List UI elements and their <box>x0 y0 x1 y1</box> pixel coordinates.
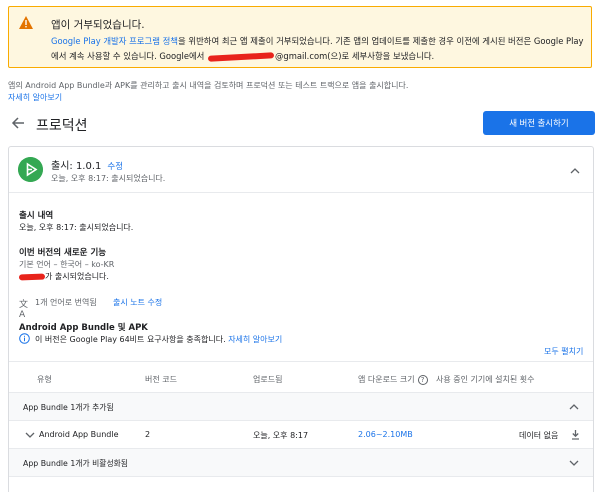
col-version-code: 버전 코드 <box>145 375 177 384</box>
help-icon[interactable]: ? <box>417 374 428 385</box>
translate-icon: 文A <box>19 300 29 320</box>
redacted-email <box>207 51 275 62</box>
page-title: 프로덕션 <box>36 118 88 134</box>
chevron-up-icon[interactable] <box>569 404 579 410</box>
row-version-code: 2 <box>145 430 151 439</box>
group-added-row[interactable]: App Bundle 1개가 추가됨 <box>9 393 593 421</box>
policy-link[interactable]: Google Play 개발자 프로그램 정책 <box>51 36 178 46</box>
row-type: Android App Bundle <box>39 430 119 439</box>
bundle-info: 이 버전은 Google Play 64비트 요구사항을 충족합니다. 자세히 … <box>35 335 283 344</box>
banner-message: Google Play 개발자 프로그램 정책을 위반하여 최근 앱 제출이 거… <box>51 36 584 62</box>
bundle-learn-more-link[interactable]: 자세히 알아보기 <box>228 335 282 344</box>
info-icon <box>19 333 30 344</box>
rejection-banner: 앱이 거부되었습니다. Google Play 개발자 프로그램 정책을 위반하… <box>8 6 592 68</box>
table-row[interactable]: Android App Bundle 2 오늘, 오후 8:17 2.06~2.… <box>9 421 593 449</box>
translation-count: 1개 언어로 번역됨 <box>35 298 97 307</box>
chevron-down-icon[interactable] <box>25 432 35 438</box>
redacted-text <box>18 273 46 280</box>
edit-release-notes-link[interactable]: 출시 노트 수정 <box>113 297 162 308</box>
chevron-down-icon[interactable] <box>569 460 579 466</box>
col-uploaded: 업로드됨 <box>253 375 283 384</box>
history-text: 오늘, 오후 8:17: 출시되었습니다. <box>19 223 134 232</box>
create-release-button[interactable]: 새 버전 출시하기 <box>483 111 595 135</box>
warning-icon <box>19 16 33 29</box>
row-installs: 데이터 없음 <box>519 431 559 440</box>
expand-all-link[interactable]: 모두 펼치기 <box>544 346 583 357</box>
row-uploaded: 오늘, 오후 8:17 <box>253 431 309 440</box>
learn-more-link[interactable]: 자세히 알아보기 <box>8 92 62 103</box>
col-type: 유형 <box>37 375 52 384</box>
play-icon <box>18 157 43 182</box>
history-title: 출시 내역 <box>19 211 54 221</box>
chevron-up-icon[interactable] <box>570 168 580 174</box>
table-header: 유형 버전 코드 업로드됨 앱 다운로드 크기? 사용 중인 기기에 설치된 횟… <box>9 361 593 393</box>
arrow-back-icon[interactable] <box>11 116 25 130</box>
group-deactivated-row[interactable]: App Bundle 1개가 비활성화됨 <box>9 449 593 477</box>
edit-release-link[interactable]: 수정 <box>107 162 123 172</box>
release-title: 출시: 1.0.1 수정 <box>51 161 124 172</box>
whats-new-title: 이번 버전의 새로운 기능 <box>19 248 107 258</box>
release-header[interactable]: 출시: 1.0.1 수정 오늘, 오후 8:17: 출시되었습니다. <box>9 147 593 193</box>
banner-title: 앱이 거부되었습니다. <box>51 19 145 31</box>
col-installs: 사용 중인 기기에 설치된 횟수 <box>436 375 535 384</box>
default-language: 기본 언어 – 한국어 – ko-KR <box>19 260 115 269</box>
group-added-label: App Bundle 1개가 추가됨 <box>23 403 114 412</box>
whats-new-text: 가 출시되었습니다. <box>18 271 109 282</box>
bundle-title: Android App Bundle 및 APK <box>19 323 148 333</box>
download-icon[interactable] <box>571 430 580 440</box>
intro-text: 앱의 Android App Bundle과 APK를 관리하고 출시 내역을 … <box>8 81 409 90</box>
row-download-size[interactable]: 2.06~2.10MB <box>358 430 413 439</box>
release-card: 출시: 1.0.1 수정 오늘, 오후 8:17: 출시되었습니다. 출시 내역 … <box>8 146 594 492</box>
group-deactivated-label: App Bundle 1개가 비활성화됨 <box>23 459 128 468</box>
col-download-size: 앱 다운로드 크기? <box>358 374 428 385</box>
release-subtitle: 오늘, 오후 8:17: 출시되었습니다. <box>51 174 166 183</box>
